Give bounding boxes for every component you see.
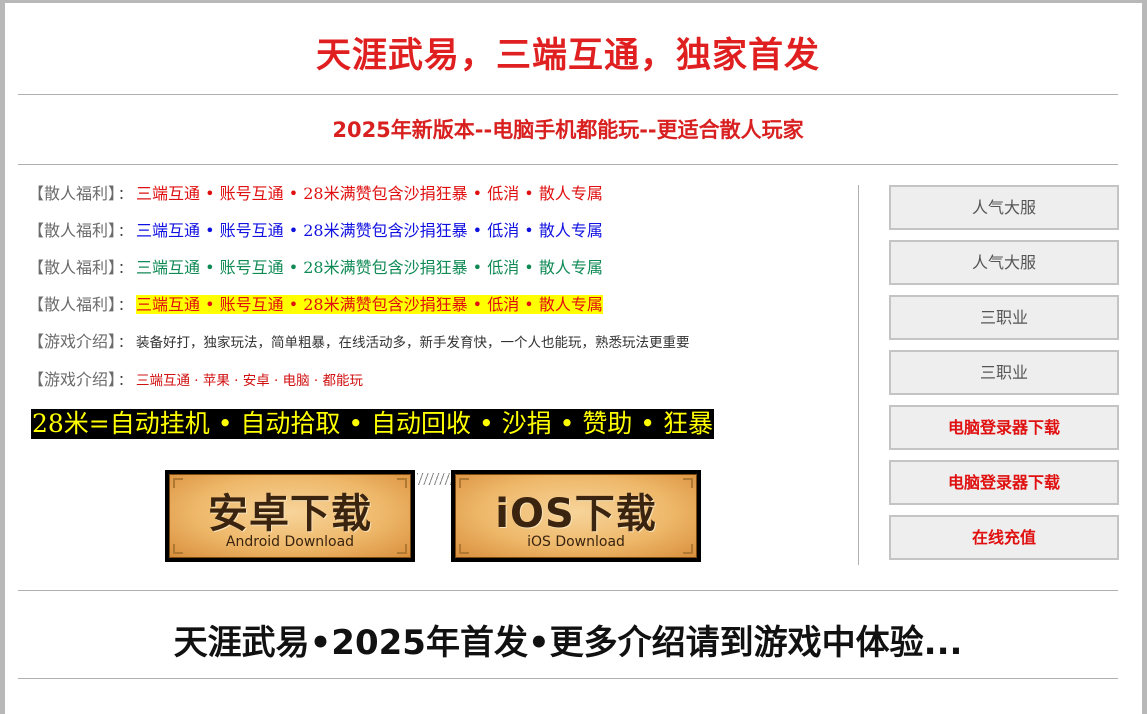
vertical-divider	[858, 185, 859, 565]
info-sep: ：	[118, 335, 133, 351]
online-recharge-button[interactable]: 在线充值	[889, 515, 1119, 560]
info-sep: ：	[118, 261, 133, 277]
info-text: 三端互通 • 账号互通 • 28米满赞包含沙捐狂暴 • 低消 • 散人专属	[136, 221, 603, 240]
info-prefix: 【散人福利】	[28, 221, 117, 240]
info-prefix: 【散人福利】	[28, 258, 117, 277]
ios-download-sublabel: iOS Download	[527, 534, 625, 550]
server-button-three-class[interactable]: 三职业	[889, 350, 1119, 395]
info-sep: ：	[118, 298, 133, 314]
info-line: 【散人福利】：三端互通 • 账号互通 • 28米满赞包含沙捐狂暴 • 低消 • …	[28, 218, 603, 244]
android-download-label: 安卓下载	[208, 491, 372, 537]
divider	[18, 590, 1118, 591]
info-line: 【游戏介绍】：装备好打，独家玩法，简单粗暴，在线活动多，新手发育快，一个人也能玩…	[28, 329, 690, 355]
info-text: 装备好打，独家玩法，简单粗暴，在线活动多，新手发育快，一个人也能玩，熟悉玩法更重…	[136, 335, 690, 351]
server-button-three-class[interactable]: 三职业	[889, 295, 1119, 340]
info-sep: ：	[118, 187, 133, 203]
android-download-button[interactable]: 安卓下载 Android Download	[165, 470, 415, 562]
feature-banner: 28米=自动挂机 • 自动拾取 • 自动回收 • 沙捐 • 赞助 • 狂暴	[31, 409, 714, 439]
info-text-highlighted: 三端互通 • 账号互通 • 28米满赞包含沙捐狂暴 • 低消 • 散人专属	[136, 295, 603, 314]
info-text: 三端互通 · 苹果 · 安卓 · 电脑 · 都能玩	[136, 373, 364, 389]
pc-launcher-download-button[interactable]: 电脑登录器下载	[889, 460, 1119, 505]
server-button-popular[interactable]: 人气大服	[889, 185, 1119, 230]
server-button-popular[interactable]: 人气大服	[889, 240, 1119, 285]
info-prefix: 【游戏介绍】	[28, 370, 117, 389]
android-download-face: 安卓下载 Android Download	[169, 474, 411, 558]
info-sep: ：	[118, 224, 133, 240]
info-prefix: 【散人福利】	[28, 295, 117, 314]
info-text: 三端互通 • 账号互通 • 28米满赞包含沙捐狂暴 • 低消 • 散人专属	[136, 184, 603, 203]
page-subtitle: 2025年新版本--电脑手机都能玩--更适合散人玩家	[332, 118, 804, 142]
footer-slogan: 天涯武易•2025年首发•更多介绍请到游戏中体验...	[173, 623, 963, 663]
download-separator	[417, 473, 455, 485]
divider	[18, 164, 1118, 165]
page-title: 天涯武易，三端互通，独家首发	[315, 36, 820, 76]
divider	[18, 678, 1118, 679]
divider	[18, 94, 1118, 95]
ios-download-label: iOS下载	[495, 491, 657, 537]
info-line: 【散人福利】：三端互通 • 账号互通 • 28米满赞包含沙捐狂暴 • 低消 • …	[28, 181, 603, 207]
ios-download-button[interactable]: iOS下载 iOS Download	[451, 470, 701, 562]
info-line: 【散人福利】：三端互通 • 账号互通 • 28米满赞包含沙捐狂暴 • 低消 • …	[28, 292, 603, 318]
info-prefix: 【散人福利】	[28, 184, 117, 203]
ios-download-face: iOS下载 iOS Download	[455, 474, 697, 558]
info-line: 【散人福利】：三端互通 • 账号互通 • 28米满赞包含沙捐狂暴 • 低消 • …	[28, 255, 603, 281]
info-prefix: 【游戏介绍】	[28, 332, 117, 351]
info-line: 【游戏介绍】：三端互通 · 苹果 · 安卓 · 电脑 · 都能玩	[28, 367, 363, 393]
pc-launcher-download-button[interactable]: 电脑登录器下载	[889, 405, 1119, 450]
android-download-sublabel: Android Download	[225, 534, 355, 550]
info-sep: ：	[118, 373, 133, 389]
info-text: 三端互通 • 账号互通 • 28米满赞包含沙捐狂暴 • 低消 • 散人专属	[136, 258, 603, 277]
